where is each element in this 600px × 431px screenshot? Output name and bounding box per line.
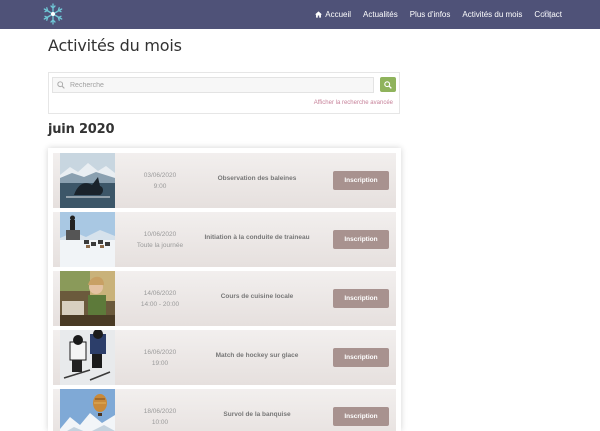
- nav-item-activites[interactable]: Activités du mois: [462, 10, 522, 19]
- inscription-button[interactable]: Inscription: [333, 407, 389, 426]
- cooking-image: [60, 271, 115, 326]
- inscription-button[interactable]: Inscription: [333, 171, 389, 190]
- whale-image: [60, 153, 115, 208]
- event-date: 18/06/2020 10:00: [123, 406, 197, 428]
- event-thumbnail[interactable]: [60, 153, 115, 208]
- event-row: 16/06/2020 19:00 Match de hockey sur gla…: [53, 330, 396, 385]
- event-title: Observation des baleines: [217, 175, 297, 182]
- event-title: Match de hockey sur glace: [215, 352, 299, 359]
- main-nav: Accueil Actualités Plus d'infos Activité…: [315, 0, 562, 29]
- month-heading: juin 2020: [48, 122, 115, 137]
- event-row: 03/06/2020 9:00 Observation des baleines…: [53, 153, 396, 208]
- nav-item-accueil[interactable]: Accueil: [315, 10, 351, 19]
- event-row: 14/06/2020 14:00 - 20:00 Cours de cuisin…: [53, 271, 396, 326]
- hockey-image: [60, 330, 115, 385]
- event-date-value: 18/06/2020: [143, 408, 177, 415]
- event-date-value: 03/06/2020: [143, 172, 177, 179]
- dog-sled-image: [60, 212, 115, 267]
- advanced-search-link[interactable]: Afficher la recherche avancée: [314, 100, 393, 106]
- event-row: 18/06/2020 10:00 Survol de la banquise I…: [53, 389, 396, 431]
- search-icon[interactable]: [543, 10, 552, 19]
- event-date-value: 10/06/2020: [143, 231, 177, 238]
- nav-item-plus-infos[interactable]: Plus d'infos: [410, 10, 451, 19]
- event-list: 03/06/2020 9:00 Observation des baleines…: [48, 148, 401, 431]
- event-date: 03/06/2020 9:00: [123, 170, 197, 192]
- nav-item-label: Actualités: [363, 10, 398, 19]
- search-icon: [384, 80, 392, 89]
- inscription-button[interactable]: Inscription: [333, 230, 389, 249]
- event-time-value: 14:00 - 20:00: [140, 301, 180, 308]
- search-button[interactable]: [380, 77, 396, 92]
- event-time-value: 19:00: [151, 360, 169, 367]
- event-row: 10/06/2020 Toute la journée Initiation à…: [53, 212, 396, 267]
- balloon-image: [60, 389, 115, 431]
- event-time-value: 10:00: [151, 419, 169, 426]
- event-date: 16/06/2020 19:00: [123, 347, 197, 369]
- top-navbar: Accueil Actualités Plus d'infos Activité…: [0, 0, 600, 29]
- event-date-value: 14/06/2020: [143, 290, 177, 297]
- page-title: Activités du mois: [48, 36, 182, 55]
- search-input[interactable]: [70, 81, 360, 89]
- nav-item-label: Accueil: [325, 10, 352, 19]
- search-panel: Afficher la recherche avancée: [48, 72, 400, 114]
- event-thumbnail[interactable]: [60, 330, 115, 385]
- search-icon: [57, 81, 65, 89]
- event-title: Cours de cuisine locale: [220, 293, 294, 300]
- event-time-value: 9:00: [153, 183, 167, 190]
- event-title: Survol de la banquise: [223, 411, 291, 418]
- home-icon: [315, 11, 323, 18]
- event-thumbnail[interactable]: [60, 271, 115, 326]
- event-title: Initiation à la conduite de traineau: [204, 234, 310, 241]
- inscription-button[interactable]: Inscription: [333, 289, 389, 308]
- event-thumbnail[interactable]: [60, 389, 115, 431]
- snowflake-logo[interactable]: [42, 3, 64, 25]
- nav-item-label: Activités du mois: [462, 10, 523, 19]
- event-time-value: Toute la journée: [136, 242, 184, 249]
- event-date-value: 16/06/2020: [143, 349, 177, 356]
- inscription-button[interactable]: Inscription: [333, 348, 389, 367]
- search-field[interactable]: [52, 77, 374, 93]
- event-thumbnail[interactable]: [60, 212, 115, 267]
- event-date: 10/06/2020 Toute la journée: [123, 229, 197, 251]
- nav-item-label: Plus d'infos: [409, 10, 451, 19]
- nav-item-actualites[interactable]: Actualités: [363, 10, 398, 19]
- event-date: 14/06/2020 14:00 - 20:00: [123, 288, 197, 310]
